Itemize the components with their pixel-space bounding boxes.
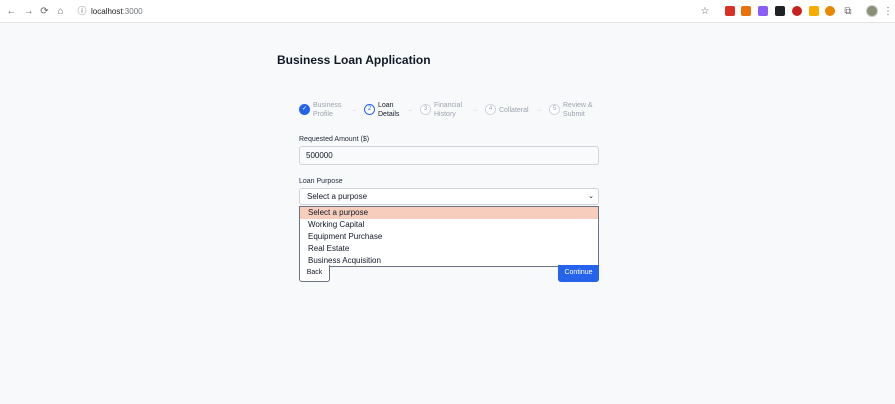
forward-arrow-icon[interactable]: → xyxy=(22,5,35,18)
step-number: 3 xyxy=(420,104,431,115)
purpose-option[interactable]: Working Capital xyxy=(300,219,598,231)
step-separator-icon: → xyxy=(536,107,542,113)
extension-icon[interactable] xyxy=(725,6,735,16)
extension-icon[interactable] xyxy=(741,6,751,16)
step-number: 4 xyxy=(485,104,496,115)
purpose-option[interactable]: Business Acquisition xyxy=(300,255,598,267)
purpose-option[interactable]: Equipment Purchase xyxy=(300,231,598,243)
progress-stepper: ✓ Business Profile → 2 Loan Details → 3 Fi… xyxy=(299,101,599,121)
extension-icon[interactable] xyxy=(825,6,835,16)
step-number: 5 xyxy=(549,104,560,115)
amount-label: Requested Amount ($) xyxy=(299,136,370,143)
purpose-option[interactable]: Select a purpose xyxy=(300,207,598,219)
step-label: Collateral xyxy=(499,107,529,114)
amount-input[interactable]: 500000 xyxy=(299,146,599,165)
purpose-option[interactable]: Real Estate xyxy=(300,243,598,255)
profile-avatar[interactable] xyxy=(866,5,878,17)
bookmark-star-icon[interactable]: ☆ xyxy=(699,5,711,18)
step-check-icon: ✓ xyxy=(299,104,310,115)
step-label: Loan Details xyxy=(378,102,400,118)
purpose-dropdown-list: Select a purpose Working Capital Equipme… xyxy=(299,206,599,267)
url-host: localhost xyxy=(91,7,123,16)
home-icon[interactable]: ⌂ xyxy=(54,5,67,18)
chevron-down-icon: ⌄ xyxy=(588,193,594,200)
back-arrow-icon[interactable]: ← xyxy=(5,5,18,18)
extension-icon[interactable] xyxy=(775,6,785,16)
purpose-select[interactable]: Select a purpose ⌄ xyxy=(299,188,599,205)
step-label: Financial History xyxy=(434,102,463,118)
extension-icon[interactable] xyxy=(758,6,768,16)
address-bar[interactable]: localhost:3000 xyxy=(91,5,143,18)
step-separator-icon: → xyxy=(472,107,478,113)
reload-icon[interactable]: ⟳ xyxy=(38,5,51,18)
extension-icon[interactable] xyxy=(792,6,802,16)
site-info-icon[interactable]: ⓘ xyxy=(76,5,88,17)
purpose-label: Loan Purpose xyxy=(299,178,343,185)
back-button[interactable]: Back xyxy=(299,265,330,282)
step-label: Review & Submit xyxy=(563,102,593,118)
continue-button[interactable]: Continue xyxy=(558,265,599,282)
step-separator-icon: → xyxy=(407,107,413,113)
step-label: Business Profile xyxy=(313,102,342,118)
browser-menu-icon[interactable]: ⋮ xyxy=(882,5,894,18)
extensions-puzzle-icon[interactable]: ⧉ xyxy=(842,5,854,18)
url-port: :3000 xyxy=(122,7,143,16)
extension-icon[interactable] xyxy=(809,6,819,16)
page-title: Business Loan Application xyxy=(277,53,431,67)
purpose-selected-value: Select a purpose xyxy=(307,192,368,201)
step-separator-icon: → xyxy=(351,107,357,113)
step-number: 2 xyxy=(364,104,375,115)
browser-toolbar: ← → ⟳ ⌂ ⓘ localhost:3000 ☆ ⧉ ⋮ xyxy=(0,0,895,23)
